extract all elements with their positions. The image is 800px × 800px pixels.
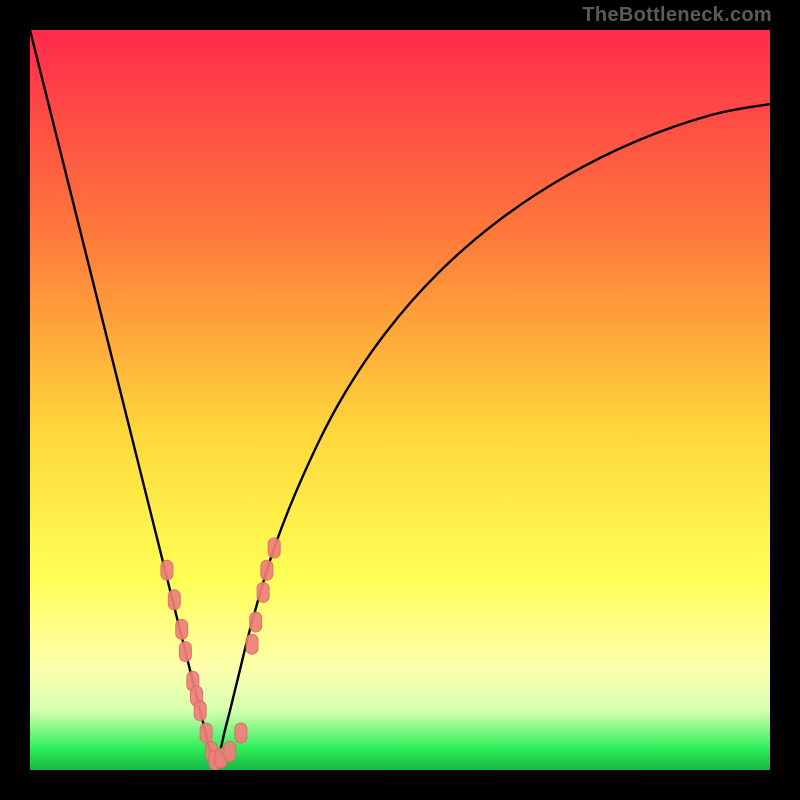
bottleneck-curve <box>30 30 770 763</box>
watermark-text: TheBottleneck.com <box>582 4 772 27</box>
marker <box>235 723 247 743</box>
marker <box>257 582 269 602</box>
chart-stage: TheBottleneck.com <box>0 0 800 800</box>
marker <box>176 619 188 639</box>
marker <box>268 538 280 558</box>
marker <box>200 723 212 743</box>
marker <box>161 560 173 580</box>
marker <box>179 642 191 662</box>
marker <box>250 612 262 632</box>
marker <box>261 560 273 580</box>
marker <box>194 701 206 721</box>
marker <box>168 590 180 610</box>
highlighted-points <box>161 538 280 770</box>
marker <box>224 742 236 762</box>
marker <box>246 634 258 654</box>
curve-layer <box>30 30 770 770</box>
plot-area <box>30 30 770 770</box>
